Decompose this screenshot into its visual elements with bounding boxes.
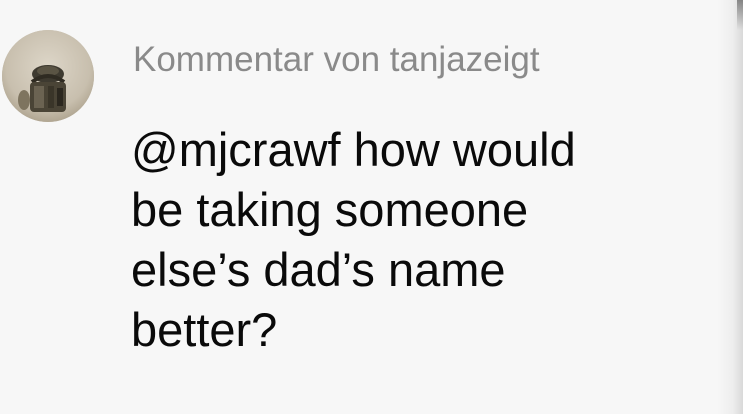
- comment-text: @mjcrawf how would be taking someone els…: [131, 123, 576, 356]
- edge-shadow: [717, 0, 743, 414]
- avatar[interactable]: [2, 30, 94, 122]
- avatar-photo-icon: [2, 30, 94, 122]
- comment-card: Kommentar von tanjazeigt @mjcrawf how wo…: [0, 0, 743, 414]
- corner-mark: [737, 0, 743, 30]
- comment-header[interactable]: Kommentar von tanjazeigt: [133, 38, 540, 82]
